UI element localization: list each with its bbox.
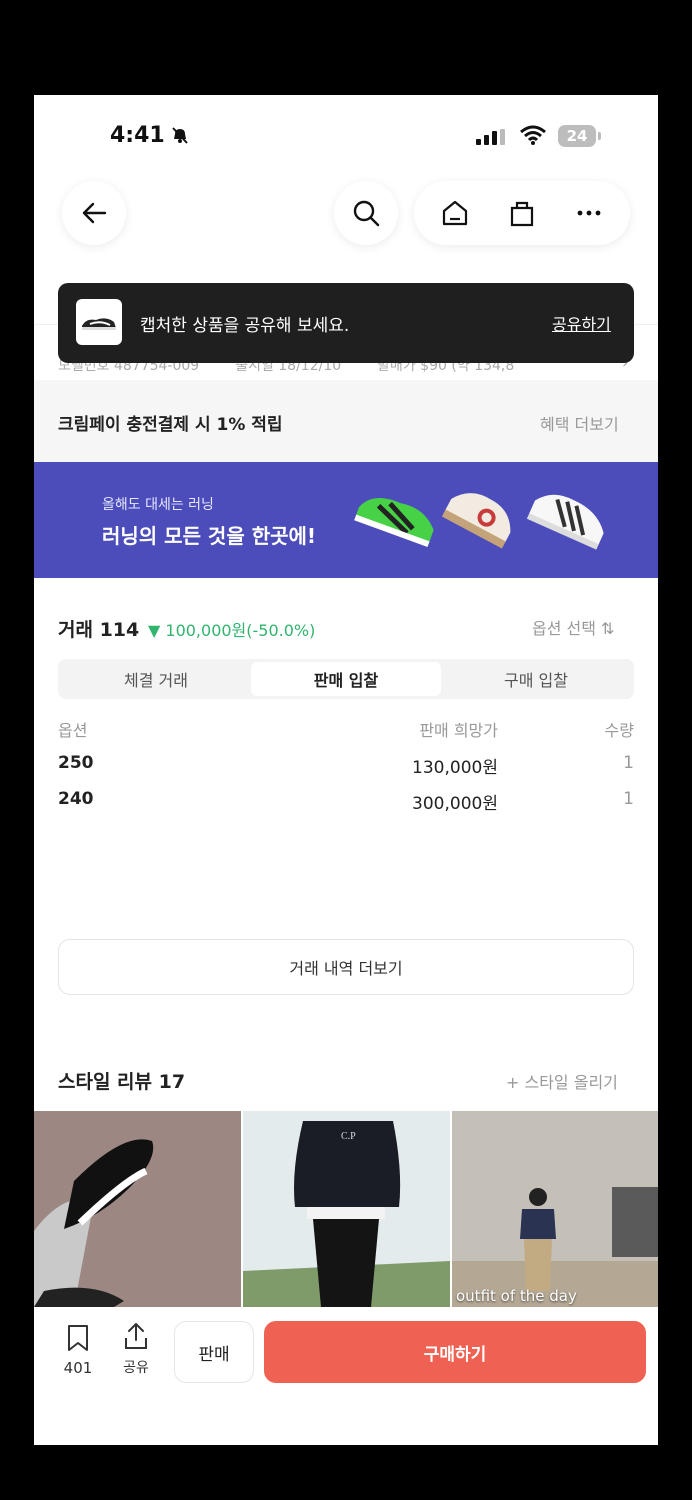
column-price: 판매 희망가 (419, 721, 498, 740)
banner-title: 러닝의 모든 것을 한곳에! (102, 524, 317, 548)
row-option: 240 (58, 789, 94, 809)
column-quantity: 수량 (604, 721, 634, 740)
photo-caption: outfit of the day (456, 1287, 577, 1305)
row-quantity: 1 (623, 789, 634, 809)
style-photo[interactable]: outfit of the day (452, 1111, 658, 1307)
toast-message: 캡처한 상품을 공유해 보세요. (140, 316, 350, 336)
wifi-icon (520, 125, 546, 149)
status-time: 4:41 (110, 123, 165, 148)
home-icon (443, 200, 468, 226)
running-banner[interactable]: 올해도 대세는 러닝 러닝의 모든 것을 한곳에! (34, 462, 658, 578)
bell-muted-icon (170, 125, 190, 149)
status-bar: 4:41 24 (34, 95, 658, 175)
style-photo[interactable] (34, 1111, 241, 1307)
share-label: 공유 (123, 1360, 149, 1376)
arrow-left-icon (82, 202, 107, 224)
share-toast: 캡처한 상품을 공유해 보세요. 공유하기 (58, 283, 634, 363)
sell-button[interactable]: 판매 (174, 1321, 254, 1383)
shopping-bag-icon (510, 201, 534, 227)
option-select-button[interactable]: 옵션 선택 ⇅ (532, 615, 614, 639)
toast-share-link[interactable]: 공유하기 (552, 311, 611, 335)
buy-button[interactable]: 구매하기 (264, 1321, 646, 1383)
back-button[interactable] (62, 181, 126, 245)
shopping-bag-button[interactable] (497, 188, 547, 238)
search-icon (353, 200, 380, 227)
nav-action-group (414, 181, 630, 245)
bookmark-icon (68, 1325, 88, 1351)
svg-text:C.P: C.P (341, 1131, 356, 1142)
share-button[interactable]: 공유 (116, 1321, 156, 1377)
battery-tip (598, 132, 601, 140)
column-option: 옵션 (58, 721, 88, 740)
battery-level: 24 (558, 125, 596, 147)
more-options-button[interactable] (564, 188, 614, 238)
price-change: ▼ 100,000원(-50.0%) (148, 621, 316, 640)
tab-buy-bids[interactable]: 구매 입찰 (441, 662, 631, 696)
toast-product-thumbnail (76, 299, 122, 345)
upload-style-link[interactable]: + 스타일 올리기 (506, 1069, 618, 1093)
trade-tabs: 체결 거래 판매 입찰 구매 입찰 (58, 659, 634, 699)
share-icon (125, 1323, 147, 1349)
trade-history-button[interactable]: 거래 내역 더보기 (58, 939, 634, 995)
style-photo[interactable]: C.P (243, 1111, 450, 1307)
home-button[interactable] (430, 188, 480, 238)
benefit-more-link[interactable]: 혜택 더보기 (540, 411, 619, 435)
banner-subtitle: 올해도 대세는 러닝 (102, 497, 214, 513)
style-review-title: 스타일 리뷰 17 (58, 1071, 186, 1093)
bottom-action-bar: 401 공유 판매 구매하기 (34, 1307, 658, 1445)
bookmark-button[interactable]: 401 (58, 1323, 98, 1377)
benefit-text: 크림페이 충전결제 시 1% 적립 (58, 415, 283, 435)
bookmark-count: 401 (63, 1359, 93, 1377)
tab-sell-bids[interactable]: 판매 입찰 (251, 662, 441, 696)
tab-completed-trades[interactable]: 체결 거래 (61, 662, 251, 696)
row-price: 130,000원 (412, 758, 498, 778)
row-quantity: 1 (623, 753, 634, 773)
app-screen: 4:41 24 모델번호 487754-009 출시일 18/12/10 발매가… (34, 95, 658, 1445)
trade-count-title: 거래 114 (58, 619, 140, 641)
row-price: 300,000원 (412, 794, 498, 814)
cellular-signal-icon (476, 129, 506, 149)
running-shoes-image (354, 493, 604, 550)
row-option: 250 (58, 753, 94, 773)
more-dots-icon (577, 210, 601, 216)
search-button[interactable] (334, 181, 398, 245)
